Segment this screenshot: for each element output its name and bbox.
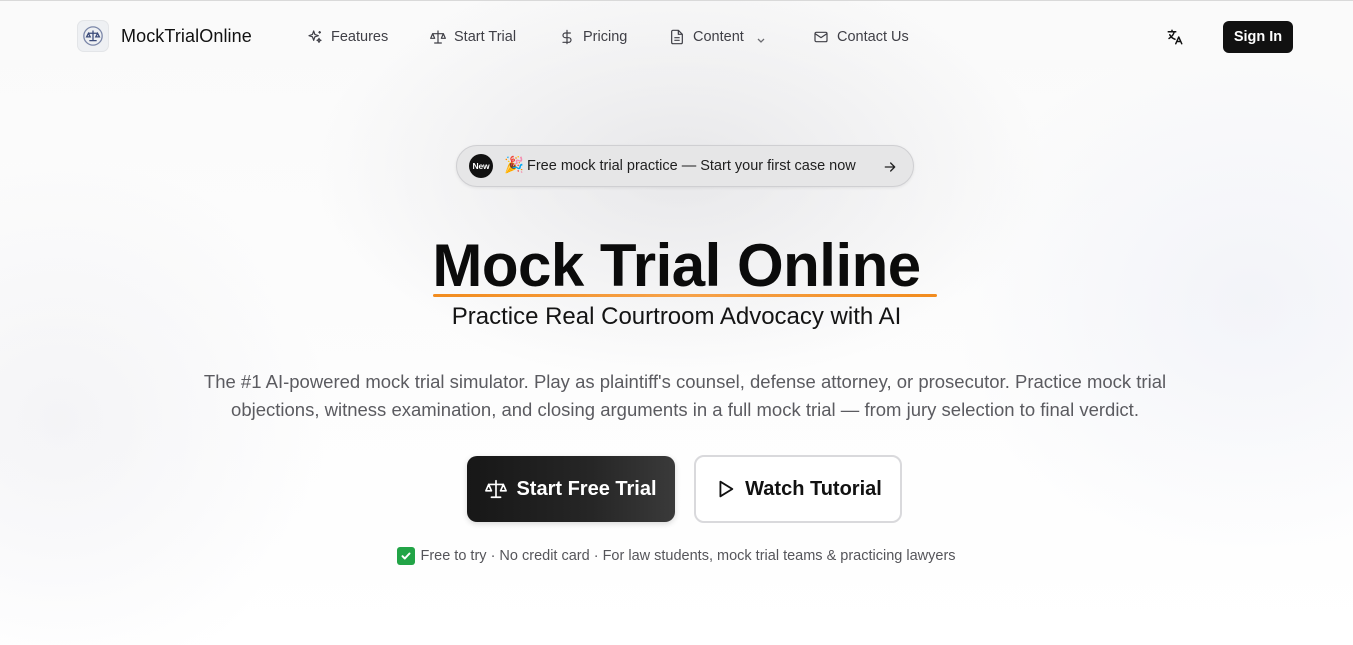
top-navigation: MockTrialOnline Features Start Trial Pri… [0, 1, 1353, 73]
start-free-trial-label: Start Free Trial [516, 477, 657, 500]
watch-tutorial-label: Watch Tutorial [745, 477, 882, 500]
scale-icon [485, 478, 508, 500]
trial-note-text: Free to try · No credit card · For law s… [420, 548, 956, 564]
nav-item-contact-us[interactable]: Contact Us [813, 27, 909, 47]
sign-in-button[interactable]: Sign In [1223, 21, 1293, 53]
title-underline [433, 294, 937, 297]
nav-item-label: Pricing [583, 29, 628, 45]
play-icon [714, 478, 736, 500]
chevron-down-icon [756, 32, 766, 43]
arrow-right-icon [882, 159, 898, 175]
document-icon [669, 29, 685, 45]
nav-item-features[interactable]: Features [307, 27, 388, 47]
hero-subtitle: Practice Real Courtroom Advocacy with AI [451, 303, 902, 330]
nav-item-label: Contact Us [837, 29, 909, 45]
hero-description: The #1 AI-powered mock trial simulator. … [203, 371, 1167, 420]
announcement-badge[interactable]: New 🎉 Free mock trial practice — Start y… [456, 145, 914, 187]
nav-item-label: Content [693, 29, 744, 45]
mail-icon [813, 29, 829, 45]
nav-item-label: Features [331, 29, 389, 45]
new-pill: New [469, 154, 493, 178]
hero-title: Mock Trial Online [432, 232, 921, 299]
dollar-icon [559, 29, 575, 45]
nav-item-start-trial[interactable]: Start Trial [430, 27, 516, 47]
brand-name: MockTrialOnline [121, 25, 252, 46]
scales-logo-icon [77, 20, 109, 52]
scale-icon [430, 29, 446, 45]
watch-tutorial-button[interactable]: Watch Tutorial [694, 455, 902, 523]
nav-item-content-dropdown[interactable]: Content [669, 27, 766, 47]
trial-note: Free to try · No credit card · For law s… [0, 547, 1353, 565]
check-mark-icon [397, 547, 416, 565]
nav-item-label: Start Trial [454, 29, 517, 45]
sparkles-icon [307, 29, 323, 45]
party-popper-icon: 🎉 [504, 157, 524, 174]
start-free-trial-button[interactable]: Start Free Trial [467, 456, 675, 522]
announcement-text: Free mock trial practice — Start your fi… [527, 158, 856, 174]
nav-item-pricing[interactable]: Pricing [559, 27, 627, 47]
brand-logo-link[interactable]: MockTrialOnline [77, 20, 252, 52]
translate-icon[interactable] [1166, 28, 1184, 46]
